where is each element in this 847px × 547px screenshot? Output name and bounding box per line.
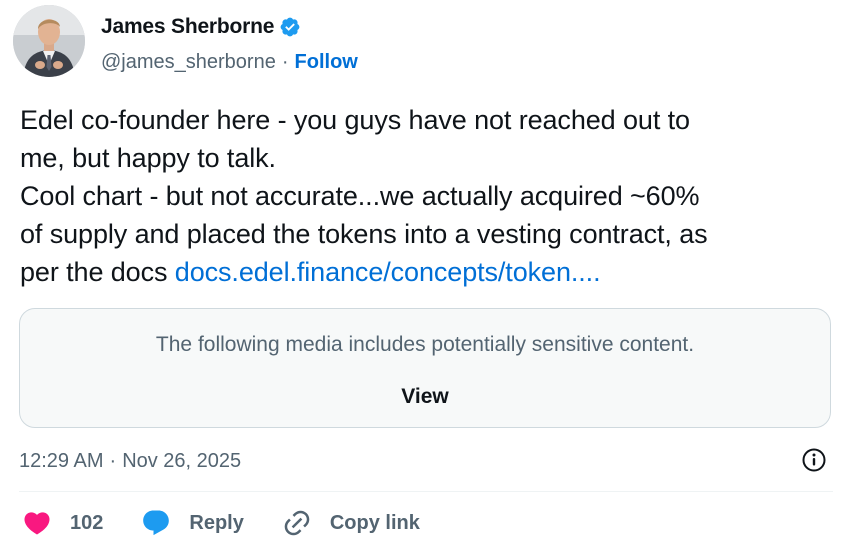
view-media-button[interactable]: View <box>393 383 456 411</box>
tweet-text-prefix: per the docs <box>20 257 175 287</box>
separator-dot: · <box>109 449 117 472</box>
sensitive-content-text: The following media includes potentially… <box>155 333 695 356</box>
speech-bubble-icon <box>141 508 171 538</box>
like-count: 102 <box>70 511 104 534</box>
verified-badge-icon[interactable] <box>279 16 301 38</box>
tweet-date[interactable]: Nov 26, 2025 <box>122 450 241 473</box>
display-name[interactable]: James Sherborne <box>101 15 274 39</box>
reply-button[interactable]: Reply <box>141 508 244 538</box>
reply-label: Reply <box>189 511 244 534</box>
sensitive-media-warning: The following media includes potentially… <box>19 308 831 428</box>
tweet-card: James Sherborne @james_sherborne · Follo… <box>0 0 847 547</box>
tweet-text-line: Edel co-founder here - you guys have not… <box>20 105 690 135</box>
copy-link-button[interactable]: Copy link <box>282 508 420 538</box>
author-handle[interactable]: @james_sherborne <box>101 51 276 74</box>
heart-icon <box>22 508 52 538</box>
name-row: James Sherborne <box>101 12 358 42</box>
action-bar: 102 Reply Copy link <box>22 505 458 541</box>
avatar-photo <box>13 5 85 77</box>
follow-button[interactable]: Follow <box>295 51 358 74</box>
tweet-text: Edel co-founder here - you guys have not… <box>20 101 832 291</box>
handle-row: @james_sherborne · Follow <box>101 45 358 79</box>
divider <box>19 491 833 492</box>
tweet-text-line: Cool chart - but not accurate...we actua… <box>20 181 700 211</box>
tweet-text-line: of supply and placed the tokens into a v… <box>20 219 708 249</box>
tweet-text-line: me, but happy to talk. <box>20 143 276 173</box>
tweet-time[interactable]: 12:29 AM <box>19 450 104 473</box>
tweet-text-line-last: per the docs docs.edel.finance/concepts/… <box>20 253 832 291</box>
copy-link-label: Copy link <box>329 511 420 534</box>
avatar[interactable] <box>13 5 85 77</box>
author-info: James Sherborne @james_sherborne · Follo… <box>101 12 358 79</box>
link-icon <box>282 508 312 538</box>
timestamp-row: 12:29 AM · Nov 26, 2025 <box>19 446 831 476</box>
separator-dot: · <box>281 50 289 73</box>
like-button[interactable]: 102 <box>22 508 103 538</box>
docs-link[interactable]: docs.edel.finance/concepts/token.... <box>175 257 601 287</box>
info-icon[interactable] <box>801 447 827 473</box>
